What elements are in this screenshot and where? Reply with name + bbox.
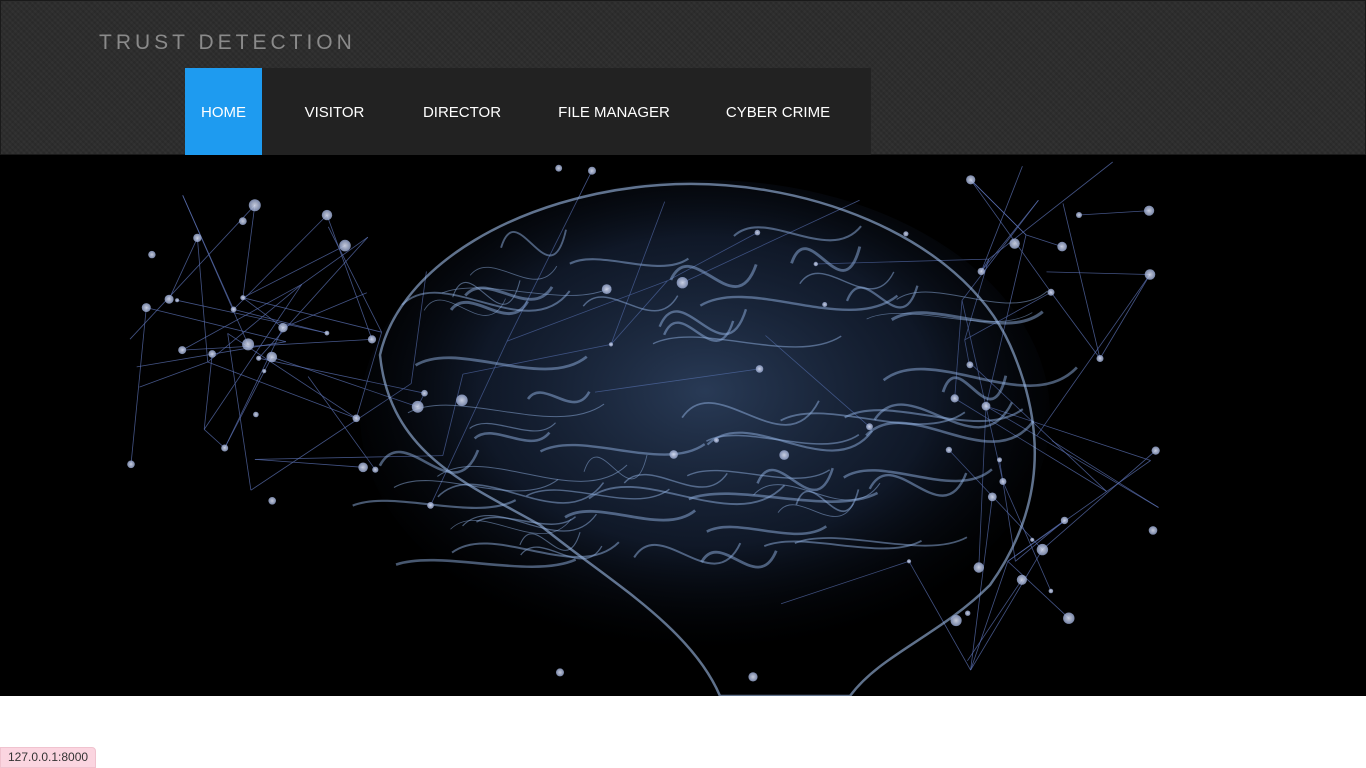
main-nav: HOME VISITOR DIRECTOR FILE MANAGER CYBER… bbox=[185, 68, 871, 156]
nav-director[interactable]: DIRECTOR bbox=[407, 68, 517, 156]
site-header: TRUST DETECTION HOME VISITOR DIRECTOR FI… bbox=[0, 0, 1366, 156]
site-title: TRUST DETECTION bbox=[99, 31, 356, 54]
status-bar-url: 127.0.0.1:8000 bbox=[0, 747, 97, 768]
nav-file-manager[interactable]: FILE MANAGER bbox=[517, 68, 711, 156]
nav-cyber-crime[interactable]: CYBER CRIME bbox=[711, 68, 845, 156]
nav-visitor[interactable]: VISITOR bbox=[262, 68, 407, 156]
brain-network-image bbox=[0, 155, 1366, 696]
hero-banner bbox=[0, 155, 1366, 696]
nav-home[interactable]: HOME bbox=[185, 68, 262, 156]
